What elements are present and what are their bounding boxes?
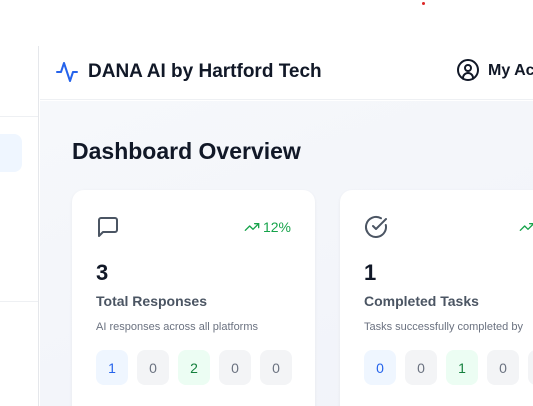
- stat-card-completed-tasks: 1 Completed Tasks Tasks successfully com…: [340, 190, 533, 406]
- trend-value: 12%: [262, 219, 291, 235]
- stat-label: Total Responses: [96, 293, 207, 309]
- breakdown-pill: 0: [487, 350, 519, 385]
- trending-up-icon: [519, 223, 533, 231]
- stat-description: Tasks successfully completed by: [364, 321, 523, 333]
- notification-dot: [422, 2, 425, 5]
- trend-indicator: 12%: [244, 219, 291, 235]
- breakdown-pill: 0: [219, 350, 251, 385]
- check-circle-icon: [365, 215, 387, 238]
- stat-value: 3: [96, 260, 109, 285]
- sidebar-divider: [0, 301, 38, 302]
- message-square-icon: [98, 217, 118, 237]
- brand-title: DANA AI by Hartford Tech: [88, 61, 322, 82]
- top-strip: [0, 0, 533, 46]
- breakdown-pill: 0: [528, 350, 533, 385]
- breakdown-pill: 0: [364, 350, 396, 385]
- sidebar-divider: [0, 116, 38, 117]
- main-content: Dashboard Overview 12% 3 Total Responses…: [40, 101, 533, 406]
- breakdown-pill: 1: [446, 350, 478, 385]
- page-title: Dashboard Overview: [72, 138, 301, 164]
- trend-indicator: [519, 219, 533, 235]
- stat-description: AI responses across all platforms: [96, 321, 259, 333]
- breakdown-row: 0 0 1 0 0: [364, 350, 533, 385]
- my-account-button[interactable]: My Ac: [488, 62, 533, 80]
- breakdown-pill: 2: [178, 350, 210, 385]
- sidebar-item-active[interactable]: [0, 134, 22, 172]
- stat-value: 1: [364, 260, 377, 285]
- app-header: DANA AI by Hartford Tech My Ac: [40, 46, 533, 100]
- sidebar: [0, 46, 39, 406]
- user-circle-icon[interactable]: [456, 58, 480, 82]
- breakdown-row: 1 0 2 0 0: [96, 350, 292, 385]
- breakdown-pill: 0: [137, 350, 169, 385]
- breakdown-pill: 0: [260, 350, 292, 385]
- trending-up-icon: [244, 223, 260, 231]
- breakdown-pill: 1: [96, 350, 128, 385]
- activity-icon: [56, 62, 78, 82]
- stat-card-total-responses: 12% 3 Total Responses AI responses acros…: [72, 190, 315, 406]
- breakdown-pill: 0: [405, 350, 437, 385]
- stat-label: Completed Tasks: [364, 293, 479, 309]
